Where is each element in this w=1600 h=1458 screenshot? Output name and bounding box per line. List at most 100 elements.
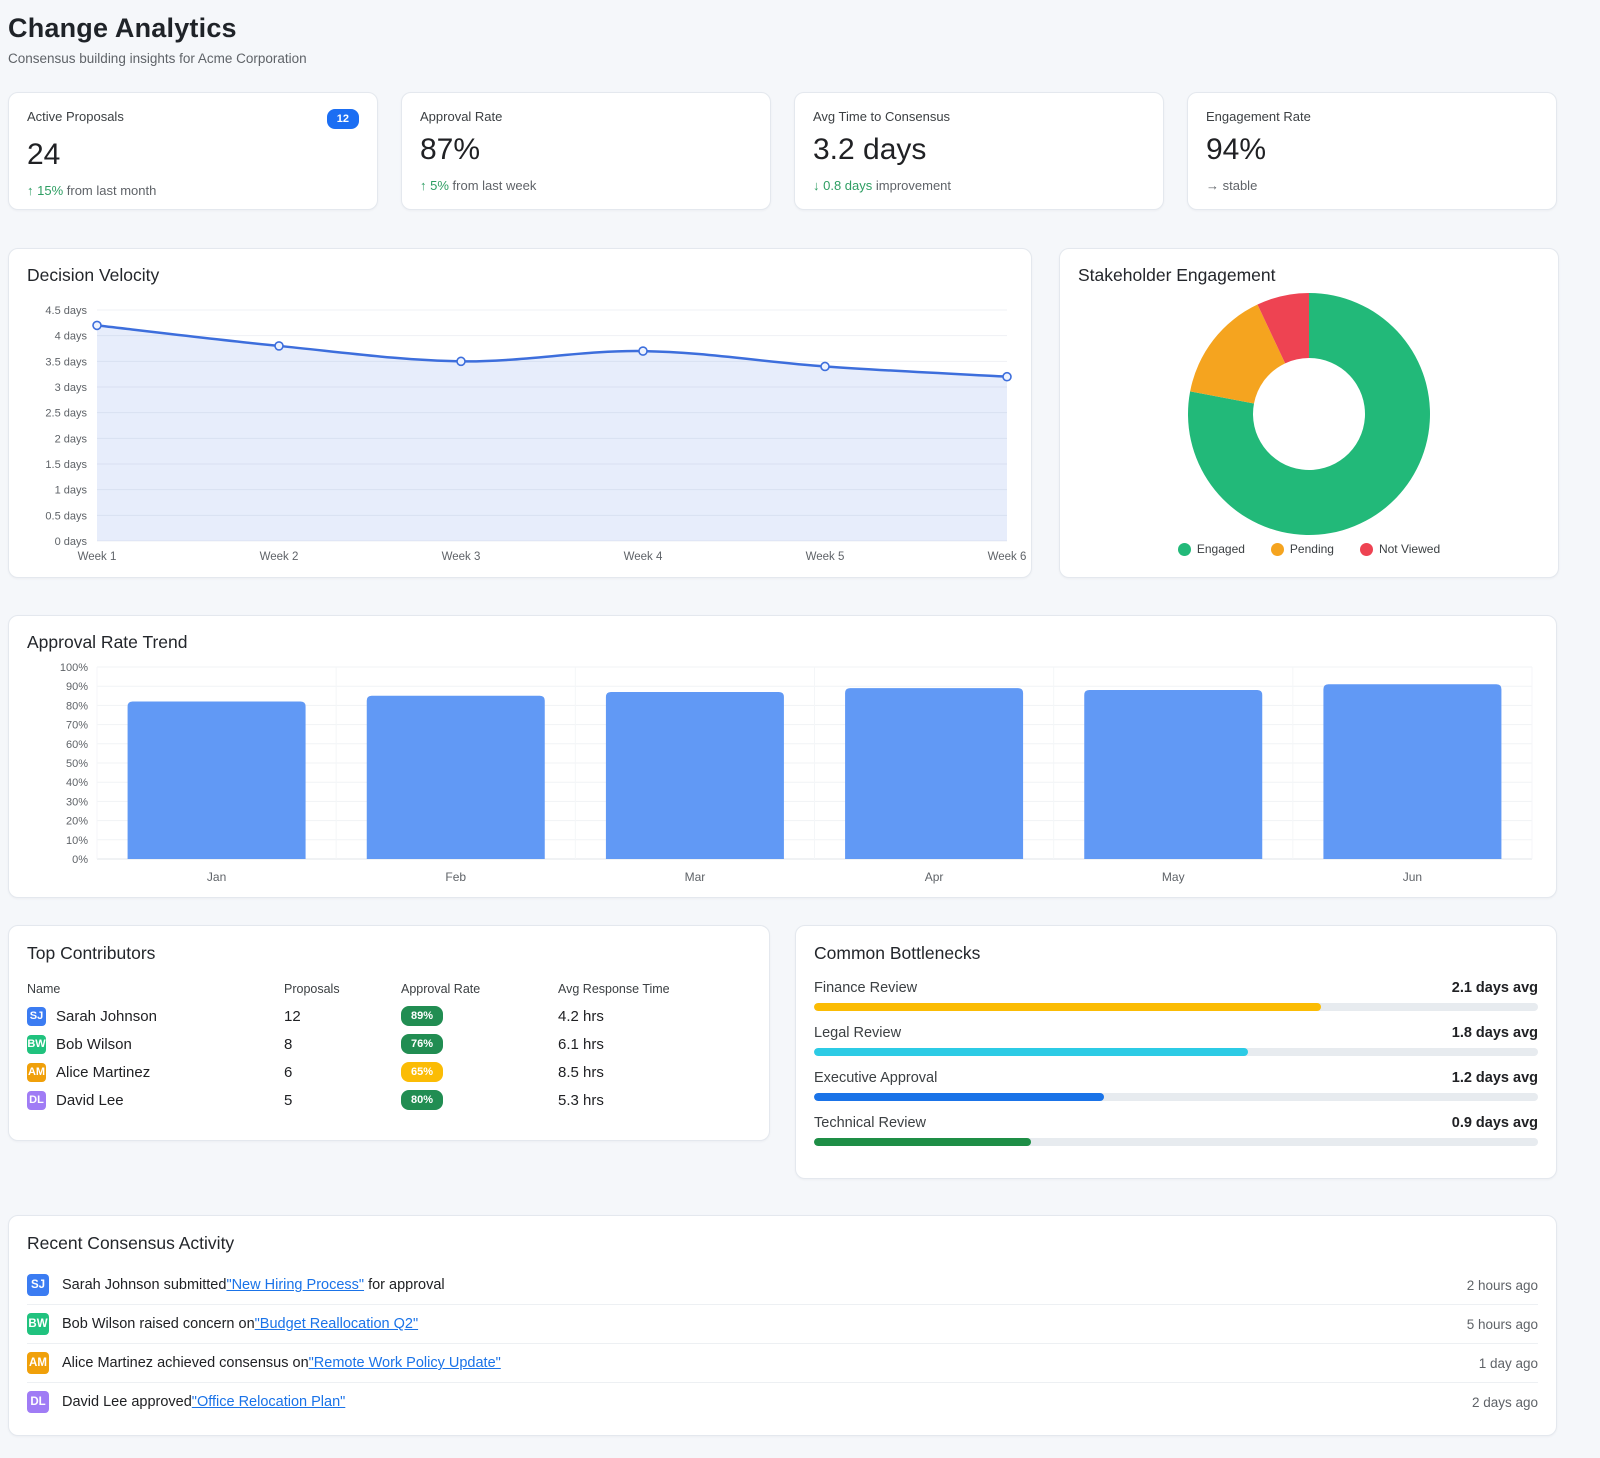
svg-text:0 days: 0 days xyxy=(55,536,88,548)
progress-fill xyxy=(814,1138,1031,1146)
approval-rate-badge: 80% xyxy=(401,1090,443,1110)
avatar: SJ xyxy=(27,1274,49,1296)
avatar: AM xyxy=(27,1063,46,1082)
bottleneck-label: Finance Review xyxy=(814,980,917,996)
svg-text:Week 4: Week 4 xyxy=(624,551,663,563)
page-subtitle: Consensus building insights for Acme Cor… xyxy=(8,51,1557,66)
approval-rate-badge: 65% xyxy=(401,1062,443,1082)
stat-label: Active Proposals xyxy=(27,109,124,124)
proposal-link[interactable]: "New Hiring Process" xyxy=(226,1277,364,1293)
contributor-name-cell: DLDavid Lee xyxy=(27,1091,284,1110)
bottleneck-labels: Finance Review2.1 days avg xyxy=(814,980,1538,996)
legend-item: Pending xyxy=(1271,542,1334,556)
contributor-approval-cell: 89% xyxy=(401,1006,558,1026)
bottleneck-item: Executive Approval1.2 days avg xyxy=(814,1070,1538,1101)
svg-text:0.5 days: 0.5 days xyxy=(45,510,87,522)
svg-text:90%: 90% xyxy=(66,681,88,693)
stat-delta-caption: from last week xyxy=(449,178,536,193)
svg-text:100%: 100% xyxy=(60,662,88,674)
activity-list: SJ Sarah Johnson submitted"New Hiring Pro… xyxy=(27,1266,1538,1421)
progress-fill xyxy=(814,1093,1104,1101)
stat-card-header: Approval Rate xyxy=(420,109,752,124)
svg-text:Jun: Jun xyxy=(1403,870,1422,884)
stat-delta: ↑ 15% from last month xyxy=(27,183,359,198)
contributor-response-time: 6.1 hrs xyxy=(558,1036,751,1053)
recent-activity-title: Recent Consensus Activity xyxy=(27,1233,1538,1254)
contributor-response-time: 8.5 hrs xyxy=(558,1064,751,1081)
activity-text: David Lee approved"Office Relocation Pla… xyxy=(62,1394,1456,1410)
contributor-proposals: 12 xyxy=(284,1008,401,1025)
contributors-table: NameProposalsApproval RateAvg Response T… xyxy=(27,982,751,1114)
bar-mar xyxy=(606,692,784,859)
donut-chart-svg xyxy=(1185,290,1433,538)
approval-rate-bar-chart: 100%90%80%70%60%50%40%30%20%10%0%JanFebM… xyxy=(27,663,1538,891)
stat-value: 87% xyxy=(420,133,752,167)
svg-text:2.5 days: 2.5 days xyxy=(45,408,87,420)
bottleneck-item: Technical Review0.9 days avg xyxy=(814,1115,1538,1146)
stat-card-1: Active Proposals1224↑ 15% from last mont… xyxy=(8,92,378,210)
top-contributors-card: Top Contributors NameProposalsApproval R… xyxy=(8,925,770,1141)
engagement-legend: EngagedPendingNot Viewed xyxy=(1178,542,1440,556)
avatar: SJ xyxy=(27,1007,46,1026)
contributor-name-cell: BWBob Wilson xyxy=(27,1035,284,1054)
contributor-proposals: 8 xyxy=(284,1036,401,1053)
activity-text-before: David Lee approved xyxy=(62,1394,192,1410)
progress-track xyxy=(814,1003,1538,1011)
contributor-response-time: 4.2 hrs xyxy=(558,1008,751,1025)
proposal-link[interactable]: "Office Relocation Plan" xyxy=(192,1394,346,1410)
activity-timestamp: 1 day ago xyxy=(1479,1356,1538,1371)
stat-value: 3.2 days xyxy=(813,133,1145,167)
proposal-link[interactable]: "Remote Work Policy Update" xyxy=(309,1355,501,1371)
contributor-row: BWBob Wilson876%6.1 hrs xyxy=(27,1030,751,1058)
svg-text:1 days: 1 days xyxy=(55,485,88,497)
progress-track xyxy=(814,1093,1538,1101)
stat-label: Engagement Rate xyxy=(1206,109,1311,124)
contributor-approval-cell: 80% xyxy=(401,1090,558,1110)
bar-may xyxy=(1084,690,1262,859)
legend-label: Pending xyxy=(1290,542,1334,556)
stat-delta-caption: improvement xyxy=(872,178,951,193)
contributor-row: DLDavid Lee580%5.3 hrs xyxy=(27,1086,751,1114)
stat-delta-change: ↓ 0.8 days xyxy=(813,178,872,193)
avatar: DL xyxy=(27,1391,49,1413)
progress-track xyxy=(814,1048,1538,1056)
avatar: BW xyxy=(27,1035,46,1054)
bottleneck-value: 1.8 days avg xyxy=(1452,1025,1538,1041)
bar-jun xyxy=(1323,684,1501,859)
decision-velocity-chart: 4.5 days4 days3.5 days3 days2.5 days2 da… xyxy=(27,298,1013,564)
proposal-link[interactable]: "Budget Reallocation Q2" xyxy=(255,1316,418,1332)
activity-text: Bob Wilson raised concern on"Budget Real… xyxy=(62,1316,1451,1332)
stat-delta-change: ↑ 15% xyxy=(27,183,63,198)
svg-text:3 days: 3 days xyxy=(55,382,88,394)
activity-row: AMAlice Martinez achieved consensus on"R… xyxy=(27,1344,1538,1383)
activity-timestamp: 2 hours ago xyxy=(1467,1278,1538,1293)
activity-text: Sarah Johnson submitted"New Hiring Proce… xyxy=(62,1277,1451,1293)
bar-feb xyxy=(367,696,545,859)
decision-velocity-card: Decision Velocity 4.5 days4 days3.5 days… xyxy=(8,248,1032,578)
svg-text:50%: 50% xyxy=(66,758,88,770)
bottlenecks-list: Finance Review2.1 days avg Legal Review 1.… xyxy=(814,980,1538,1146)
column-header: Avg Response Time xyxy=(558,982,751,996)
stat-count-badge: 12 xyxy=(327,109,359,129)
activity-timestamp: 5 hours ago xyxy=(1467,1317,1538,1332)
svg-text:10%: 10% xyxy=(66,835,88,847)
stakeholder-engagement-card: Stakeholder Engagement EngagedPendingNot… xyxy=(1059,248,1559,578)
svg-text:Apr: Apr xyxy=(925,870,944,884)
common-bottlenecks-title: Common Bottlenecks xyxy=(814,943,1538,964)
contributor-approval-cell: 65% xyxy=(401,1062,558,1082)
contributor-row: AMAlice Martinez665%8.5 hrs xyxy=(27,1058,751,1086)
column-header: Approval Rate xyxy=(401,982,558,996)
contributor-approval-cell: 76% xyxy=(401,1034,558,1054)
svg-text:Week 3: Week 3 xyxy=(442,551,481,563)
stat-delta: ↓ 0.8 days improvement xyxy=(813,178,1145,193)
decision-velocity-title: Decision Velocity xyxy=(27,265,1013,286)
bottleneck-item: Finance Review2.1 days avg xyxy=(814,980,1538,1011)
activity-text-before: Sarah Johnson submitted xyxy=(62,1277,226,1293)
stat-value: 94% xyxy=(1206,133,1538,167)
legend-dot xyxy=(1360,543,1373,556)
stat-label: Avg Time to Consensus xyxy=(813,109,950,124)
svg-text:0%: 0% xyxy=(72,854,88,866)
bottleneck-label: Legal Review xyxy=(814,1025,901,1041)
stat-card-4: Engagement Rate94%→ stable xyxy=(1187,92,1557,210)
dashboard-page: Change Analytics Consensus building insi… xyxy=(8,0,1557,1436)
